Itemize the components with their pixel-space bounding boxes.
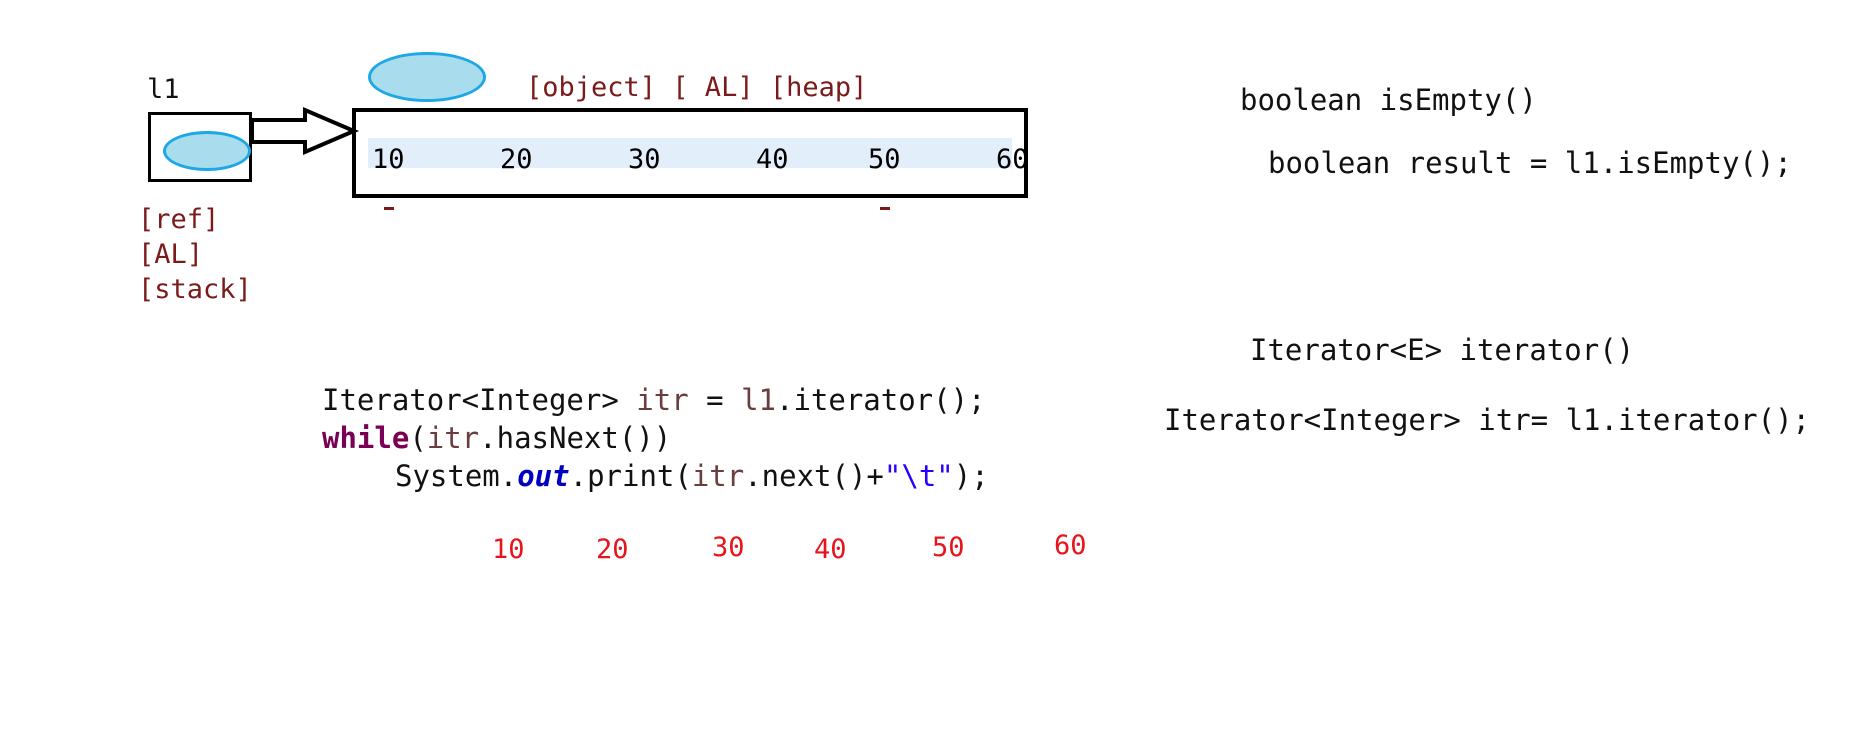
heap-value: 60 <box>996 144 1029 175</box>
isempty-usage: boolean result = l1.isEmpty(); <box>1268 146 1792 180</box>
stack-label-ref: [ref] <box>138 204 220 235</box>
reference-oval-icon <box>163 131 251 171</box>
iterator-signature: Iterator<E> iterator() <box>1250 333 1635 367</box>
code-line-3: System.out.print(itr.next()+"\t"); <box>395 459 989 493</box>
heap-object-label: [object] [ AL] [heap] <box>526 72 868 103</box>
heap-value: 40 <box>756 144 789 175</box>
output-value: 60 <box>1054 530 1087 561</box>
heap-value: 50 <box>868 144 901 175</box>
reference-arrow-icon <box>250 106 360 156</box>
heap-tick-mark <box>384 207 394 210</box>
heap-value: 20 <box>500 144 533 175</box>
heap-values-band <box>368 138 1012 168</box>
heap-value: 30 <box>628 144 661 175</box>
code-line-1: Iterator<Integer> itr = l1.iterator(); <box>322 383 986 417</box>
stack-reference-box <box>148 112 252 182</box>
code-line-2: while(itr.hasNext()) <box>322 421 672 455</box>
stack-variable-name: l1 <box>147 74 180 105</box>
heap-object-oval-icon <box>368 52 486 102</box>
output-value: 50 <box>932 532 965 563</box>
stack-label-stack: [stack] <box>138 274 252 305</box>
heap-value: 10 <box>372 144 405 175</box>
iterator-usage: Iterator<Integer> itr= l1.iterator(); <box>1164 403 1811 437</box>
heap-tick-mark <box>880 207 890 210</box>
output-value: 40 <box>814 534 847 565</box>
stack-label-al: [AL] <box>138 239 204 270</box>
output-value: 20 <box>596 534 629 565</box>
isempty-signature: boolean isEmpty() <box>1240 83 1537 117</box>
output-value: 30 <box>712 532 745 563</box>
heap-arraylist-box: 10 20 30 40 50 60 <box>352 108 1029 198</box>
output-value: 10 <box>492 534 525 565</box>
